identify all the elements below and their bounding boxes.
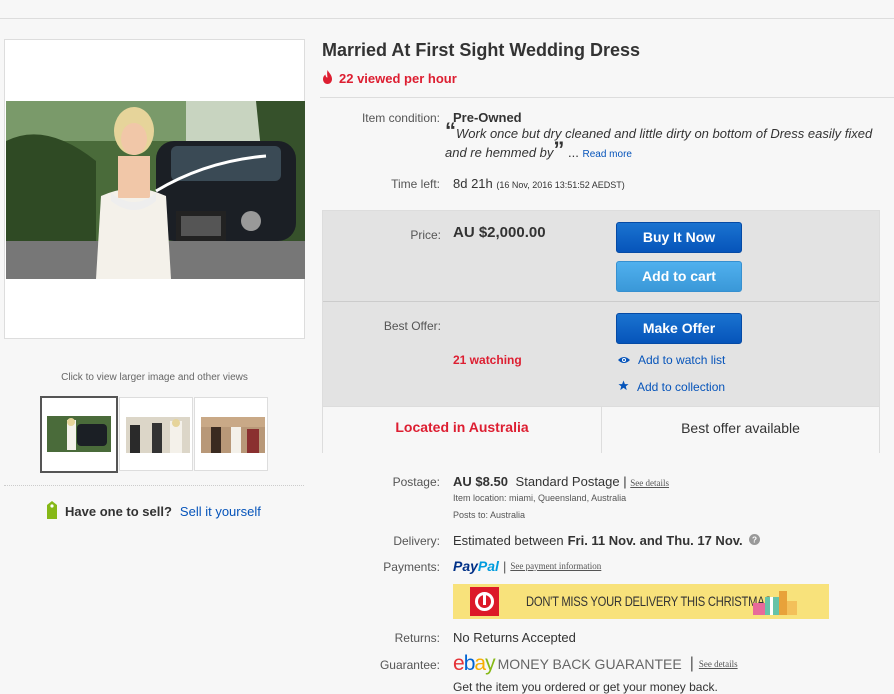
thumbnail-3[interactable] xyxy=(194,397,268,471)
sell-prompt: Have one to sell? Sell it yourself xyxy=(45,500,261,523)
flame-icon xyxy=(322,70,333,87)
delivery-prefix: Estimated between xyxy=(453,533,564,548)
paypal-pal: Pal xyxy=(477,558,499,574)
make-offer-button[interactable]: Make Offer xyxy=(616,313,742,344)
postage-method: Standard Postage xyxy=(515,474,620,489)
postage-label: Postage: xyxy=(392,475,440,489)
postage-row: AU $8.50 Standard Postage | See details xyxy=(453,474,669,489)
add-to-collection-link[interactable]: Add to collection xyxy=(618,380,725,394)
main-image[interactable] xyxy=(4,39,305,339)
wedding-photo xyxy=(6,101,305,279)
see-payment-information-link[interactable]: See payment information xyxy=(510,561,601,571)
returns-value: No Returns Accepted xyxy=(453,630,576,645)
add-to-cart-button[interactable]: Add to cart xyxy=(616,261,742,292)
auspost-logo xyxy=(470,587,499,616)
thumbnail-image xyxy=(47,416,111,452)
close-quote: ” xyxy=(553,137,565,162)
postage-see-details-link[interactable]: See details xyxy=(630,478,669,488)
collection-text: Add to collection xyxy=(637,380,726,394)
ebay-a: a xyxy=(474,652,486,675)
watch-list-text: Add to watch list xyxy=(638,353,726,367)
guarantee-sep: | xyxy=(689,655,694,672)
star-icon xyxy=(618,380,629,394)
viewed-text: 22 viewed per hour xyxy=(339,71,457,86)
viewed-count: 22 viewed per hour xyxy=(322,70,457,87)
time-left-value: 8d 21h xyxy=(453,176,493,191)
ebay-e: e xyxy=(453,652,465,675)
banner-text: DON'T MISS YOUR DELIVERY THIS CHRISTMAS xyxy=(526,593,772,609)
posts-to: Posts to: Australia xyxy=(453,510,526,520)
tag-icon xyxy=(45,500,59,523)
paypal-pay: Pay xyxy=(453,558,478,574)
add-to-watch-list-link[interactable]: Add to watch list xyxy=(618,353,725,367)
buy-box: Price: AU $2,000.00 Buy It Now Add to ca… xyxy=(322,210,880,453)
thumbnail-1[interactable] xyxy=(40,396,118,473)
price-label: Price: xyxy=(410,228,441,242)
help-icon[interactable]: ? xyxy=(748,533,760,548)
payments-label: Payments: xyxy=(383,560,440,574)
condition-value: Pre-Owned xyxy=(453,110,522,125)
delivery-dates: Fri. 11 Nov. and Thu. 17 Nov. xyxy=(567,533,743,548)
offer-section: Best Offer: Make Offer 21 watching Add t… xyxy=(323,301,879,407)
price-value: AU $2,000.00 xyxy=(453,224,546,241)
delivery-label: Delivery: xyxy=(393,534,440,548)
best-offer-available: Best offer available xyxy=(681,420,800,436)
delivery-row: Estimated between Fri. 11 Nov. and Thu. … xyxy=(453,533,760,548)
time-left-detail: (16 Nov, 2016 13:51:52 AEDST) xyxy=(496,180,625,190)
item-location: Item location: miami, Queensland, Austra… xyxy=(453,493,627,503)
ebay-y: y xyxy=(485,652,495,675)
guarantee-row: ebay MONEY BACK GUARANTEE | See details xyxy=(453,652,738,675)
ellipsis: ... xyxy=(568,145,579,160)
returns-label: Returns: xyxy=(394,631,440,645)
money-back-text: MONEY BACK GUARANTEE xyxy=(497,656,682,672)
ebay-logo: ebay xyxy=(453,652,496,675)
ebay-b: b xyxy=(463,652,476,675)
dotted-divider xyxy=(4,485,304,486)
thumbnail-2[interactable] xyxy=(119,397,193,471)
condition-quote: Work once but dry cleaned and little dir… xyxy=(445,126,873,160)
payments-row: PayPal | See payment information xyxy=(453,558,601,574)
svg-text:?: ? xyxy=(752,535,757,544)
best-offer-label: Best Offer: xyxy=(383,319,441,333)
postage-sep: | xyxy=(623,474,627,489)
title-divider xyxy=(320,97,894,98)
condition-description: “Work once but dry cleaned and little di… xyxy=(445,120,885,164)
open-quote: “ xyxy=(445,118,456,143)
buy-it-now-button[interactable]: Buy It Now xyxy=(616,222,742,253)
read-more-link[interactable]: Read more xyxy=(583,149,632,160)
thumbnail-image xyxy=(201,417,265,453)
price-section: Price: AU $2,000.00 Buy It Now Add to ca… xyxy=(323,211,879,301)
postage-price: AU $8.50 xyxy=(453,474,508,489)
image-caption: Click to view larger image and other vie… xyxy=(61,372,248,383)
time-left: 8d 21h (16 Nov, 2016 13:51:52 AEDST) xyxy=(453,176,625,191)
guarantee-label: Guarantee: xyxy=(379,658,440,672)
thumbnail-strip xyxy=(40,396,269,473)
sell-prompt-text: Have one to sell? xyxy=(65,504,172,519)
guarantee-see-details-link[interactable]: See details xyxy=(699,659,738,669)
located-in: Located in Australia xyxy=(395,419,529,435)
item-title: Married At First Sight Wedding Dress xyxy=(322,40,641,60)
time-left-label: Time left: xyxy=(391,177,440,191)
condition-label: Item condition: xyxy=(361,111,440,125)
payments-sep: | xyxy=(502,558,507,574)
sell-it-yourself-link[interactable]: Sell it yourself xyxy=(180,504,261,519)
top-divider xyxy=(0,18,894,19)
location-section: Located in Australia Best offer availabl… xyxy=(323,406,879,453)
christmas-delivery-banner[interactable]: DON'T MISS YOUR DELIVERY THIS CHRISTMAS xyxy=(453,584,829,619)
eye-icon xyxy=(618,353,630,367)
paypal-logo: PayPal xyxy=(453,558,499,574)
gift-icon xyxy=(751,587,799,622)
thumbnail-image xyxy=(126,417,190,453)
watching-count: 21 watching xyxy=(453,353,522,367)
